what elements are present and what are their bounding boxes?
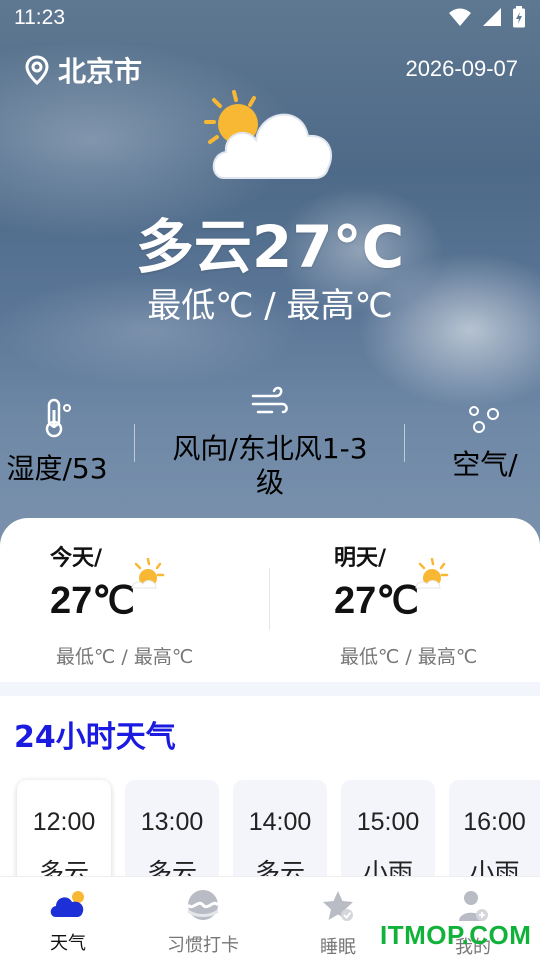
daily-summary-card: 今天/ 27℃ 最低℃ / 最高℃ 明天/ 27℃ 最低℃ / 最高℃ xyxy=(0,518,540,682)
status-bar: 11:23 xyxy=(0,0,540,40)
hourly-time: 13:00 xyxy=(140,808,204,836)
stats-divider-1 xyxy=(134,424,135,462)
tab-sleep[interactable]: 睡眠 xyxy=(283,889,393,959)
card-divider xyxy=(269,568,270,630)
tab-sleep-label: 睡眠 xyxy=(320,937,356,958)
hourly-time: 12:00 xyxy=(32,808,96,836)
wifi-icon xyxy=(449,8,471,26)
tomorrow-range: 最低℃ / 最高℃ xyxy=(340,646,478,668)
wind-icon xyxy=(251,386,288,414)
today-range: 最低℃ / 最高℃ xyxy=(56,646,194,668)
tomorrow-label: 明天/ xyxy=(334,546,387,571)
current-condition-temp: 多云27°C xyxy=(135,213,405,281)
hourly-time: 16:00 xyxy=(463,808,526,836)
air-value: 空气/ xyxy=(452,448,518,481)
stats-divider-2 xyxy=(404,424,405,462)
sun-icon xyxy=(131,558,165,589)
tab-weather-label: 天气 xyxy=(50,933,86,954)
section-separator xyxy=(0,682,540,696)
user-icon xyxy=(459,891,488,921)
humidity-stat: 湿度/53 xyxy=(0,398,114,486)
status-time: 11:23 xyxy=(14,6,65,29)
location-pin-icon xyxy=(25,55,49,85)
air-quality-icon xyxy=(469,406,499,433)
star-icon xyxy=(323,891,353,921)
city-name: 北京市 xyxy=(58,55,143,88)
today-temp: 27℃ xyxy=(50,580,135,622)
air-stat: 空气/ xyxy=(440,402,530,482)
wind-value-line1: 风向/东北风1-3 xyxy=(172,432,368,465)
status-icons xyxy=(448,6,526,28)
thermometer-icon xyxy=(45,398,71,438)
signal-icon xyxy=(483,8,501,26)
wind-value-line2: 级 xyxy=(255,466,284,499)
today-block[interactable]: 今天/ 27℃ xyxy=(50,540,135,623)
hourly-section-title: 24小时天气 xyxy=(14,720,176,755)
tab-habit-label: 习惯打卡 xyxy=(167,935,239,956)
watermark: ITMOP.COM xyxy=(380,920,532,950)
battery-icon xyxy=(513,6,525,28)
tomorrow-block[interactable]: 明天/ 27℃ xyxy=(334,540,419,623)
humidity-value: 湿度/53 xyxy=(6,452,108,485)
current-date: 2026-09-07 xyxy=(405,56,518,81)
today-label: 今天/ xyxy=(50,546,103,571)
location[interactable]: 北京市 xyxy=(24,50,142,90)
tab-habit[interactable]: 习惯打卡 xyxy=(148,889,258,957)
hourly-time: 15:00 xyxy=(356,808,420,836)
hourly-time: 14:00 xyxy=(248,808,312,836)
sun-icon xyxy=(415,558,449,589)
current-temp-range: 最低℃ / 最高℃ xyxy=(147,286,393,326)
wind-stat: 风向/东北风1-3 级 xyxy=(150,386,390,500)
tomorrow-temp: 27℃ xyxy=(334,580,419,622)
cloud-icon xyxy=(50,891,84,917)
partly-cloudy-icon xyxy=(204,90,333,179)
tab-weather[interactable]: 天气 xyxy=(13,889,123,955)
habit-icon xyxy=(186,890,220,920)
